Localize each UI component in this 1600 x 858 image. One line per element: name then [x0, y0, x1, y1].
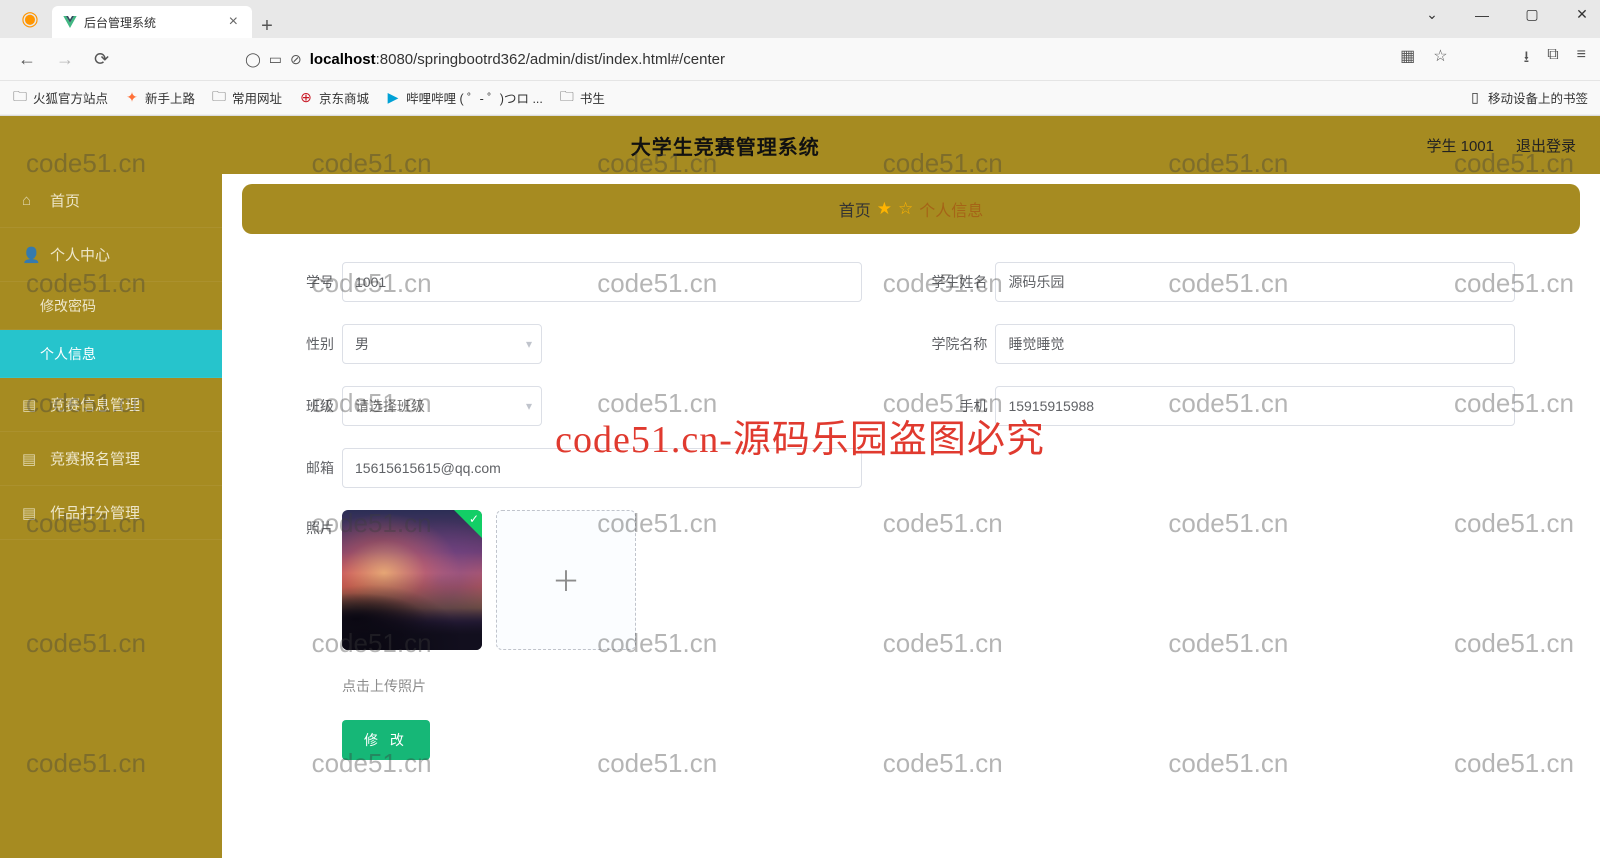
chevron-down-icon: ▾ — [526, 399, 532, 413]
current-user[interactable]: 学生 1001 — [1426, 135, 1494, 156]
downloads-icon[interactable]: ⭳ — [1524, 46, 1530, 73]
check-icon — [454, 510, 482, 538]
bookmark-item[interactable]: ✦新手上路 — [124, 88, 195, 107]
label-gender: 性别 — [272, 334, 342, 354]
jd-icon: ⊕ — [298, 90, 314, 106]
nav-forward-icon[interactable]: → — [52, 45, 78, 74]
folder-icon: 🗀 — [12, 90, 28, 106]
doc-icon: ▤ — [22, 450, 40, 468]
label-photo: 照片 — [272, 510, 342, 538]
star-icon: ☆ — [898, 199, 913, 219]
menu-icon[interactable]: ≡ — [1577, 46, 1586, 73]
app-title: 大学生竞赛管理系统 — [24, 131, 1426, 160]
tab-title: 后台管理系统 — [84, 14, 225, 31]
upload-add-button[interactable]: ＋ — [496, 510, 636, 650]
breadcrumb: 首页 ★ ☆ 个人信息 — [242, 184, 1580, 234]
browser-chrome: ◉ 后台管理系统 × + ⌄ — ▢ ✕ ← → ⟳ ◯ ▭ ⊘ localho… — [0, 0, 1600, 116]
phone-input[interactable] — [995, 386, 1515, 426]
window-dropdown-icon[interactable]: ⌄ — [1422, 6, 1442, 23]
address-bar: ← → ⟳ ◯ ▭ ⊘ localhost:8080/springbootrd3… — [0, 38, 1600, 80]
tab-close-icon[interactable]: × — [225, 13, 242, 31]
breadcrumb-current: 个人信息 — [919, 197, 983, 221]
label-phone: 手机 — [925, 396, 995, 416]
bookmarks-bar: 🗀火狐官方站点 ✦新手上路 🗀常用网址 ⊕京东商城 ▶哔哩哔哩 ( ゜- ゜)つ… — [0, 80, 1600, 114]
sidebar-item-scoring[interactable]: ▤作品打分管理 — [0, 486, 222, 540]
bookmark-item[interactable]: ⊕京东商城 — [298, 88, 369, 107]
app: 大学生竞赛管理系统 学生 1001 退出登录 ⌂首页 👤个人中心 修改密码 个人… — [0, 116, 1600, 858]
permissions-icon: ▭ — [269, 51, 282, 68]
bookmark-item[interactable]: ▶哔哩哔哩 ( ゜- ゜)つロ ... — [385, 88, 543, 107]
gender-select[interactable] — [342, 324, 542, 364]
student-name-input[interactable] — [995, 262, 1515, 302]
window-close-icon[interactable]: ✕ — [1572, 6, 1592, 23]
bookmark-star-icon[interactable]: ☆ — [1433, 46, 1447, 73]
sidebar-item-home[interactable]: ⌂首页 — [0, 174, 222, 228]
submit-button[interactable]: 修 改 — [342, 720, 430, 760]
sidebar-item-change-password[interactable]: 修改密码 — [0, 282, 222, 330]
nav-reload-icon[interactable]: ⟳ — [90, 45, 113, 74]
bookmark-item[interactable]: 🗀常用网址 — [211, 88, 282, 107]
window-maximize-icon[interactable]: ▢ — [1522, 6, 1542, 23]
url-box[interactable]: ◯ ▭ ⊘ localhost:8080/springbootrd362/adm… — [245, 51, 725, 68]
folder-icon: 🗀 — [559, 90, 575, 106]
label-college: 学院名称 — [925, 334, 995, 354]
bookmark-item[interactable]: 🗀书生 — [559, 88, 605, 107]
sidebar-item-personal-info[interactable]: 个人信息 — [0, 330, 222, 378]
browser-tab[interactable]: 后台管理系统 × — [52, 6, 252, 38]
window-minimize-icon[interactable]: — — [1472, 7, 1492, 23]
breadcrumb-home[interactable]: 首页 — [839, 197, 871, 221]
user-icon: 👤 — [22, 246, 40, 264]
sidebar: ⌂首页 👤个人中心 修改密码 个人信息 ▤竞赛信息管理 ▤竞赛报名管理 ▤作品打… — [0, 174, 222, 858]
plus-icon: ＋ — [552, 560, 580, 600]
logout-link[interactable]: 退出登录 — [1516, 135, 1576, 156]
new-tab-button[interactable]: + — [252, 15, 282, 38]
upload-tip: 点击上传照片 — [342, 676, 636, 696]
tab-strip: ◉ 后台管理系统 × + ⌄ — ▢ ✕ — [0, 0, 1600, 38]
lock-icon: ⊘ — [290, 51, 302, 68]
sidebar-item-contest-info[interactable]: ▤竞赛信息管理 — [0, 378, 222, 432]
sidebar-item-contest-signup[interactable]: ▤竞赛报名管理 — [0, 432, 222, 486]
profile-form: 学号 学生姓名 性别 ▾ 学院名称 班级 ▾ 手机 邮箱 照片 — [242, 262, 1580, 760]
rocket-icon: ✦ — [124, 90, 140, 106]
photo-thumbnail[interactable] — [342, 510, 482, 650]
firefox-icon: ◉ — [14, 2, 46, 34]
label-email: 邮箱 — [272, 458, 342, 478]
nav-back-icon[interactable]: ← — [14, 45, 40, 74]
class-select[interactable] — [342, 386, 542, 426]
home-icon: ⌂ — [22, 192, 40, 209]
email-input[interactable] — [342, 448, 862, 488]
label-student-id: 学号 — [272, 272, 342, 292]
folder-icon: 🗀 — [211, 90, 227, 106]
doc-icon: ▤ — [22, 396, 40, 414]
bilibili-icon: ▶ — [385, 90, 401, 106]
star-icon: ★ — [877, 199, 892, 219]
main-content: 首页 ★ ☆ 个人信息 学号 学生姓名 性别 ▾ 学院名称 班级 ▾ 手机 — [222, 174, 1600, 858]
shield-icon: ◯ — [245, 51, 261, 68]
qr-icon[interactable]: ▦ — [1400, 46, 1415, 73]
chevron-down-icon: ▾ — [526, 337, 532, 351]
url-text: localhost:8080/springbootrd362/admin/dis… — [310, 51, 725, 68]
extensions-icon[interactable]: ⧉ — [1547, 46, 1558, 73]
label-class: 班级 — [272, 396, 342, 416]
doc-icon: ▤ — [22, 504, 40, 522]
vue-favicon-icon — [62, 14, 78, 30]
sidebar-item-profile[interactable]: 👤个人中心 — [0, 228, 222, 282]
mobile-icon: ▯ — [1467, 90, 1483, 106]
mobile-bookmarks[interactable]: ▯移动设备上的书签 — [1467, 88, 1588, 107]
student-id-input[interactable] — [342, 262, 862, 302]
app-header: 大学生竞赛管理系统 学生 1001 退出登录 — [0, 116, 1600, 174]
bookmark-item[interactable]: 🗀火狐官方站点 — [12, 88, 108, 107]
college-input[interactable] — [995, 324, 1515, 364]
label-student-name: 学生姓名 — [925, 272, 995, 292]
